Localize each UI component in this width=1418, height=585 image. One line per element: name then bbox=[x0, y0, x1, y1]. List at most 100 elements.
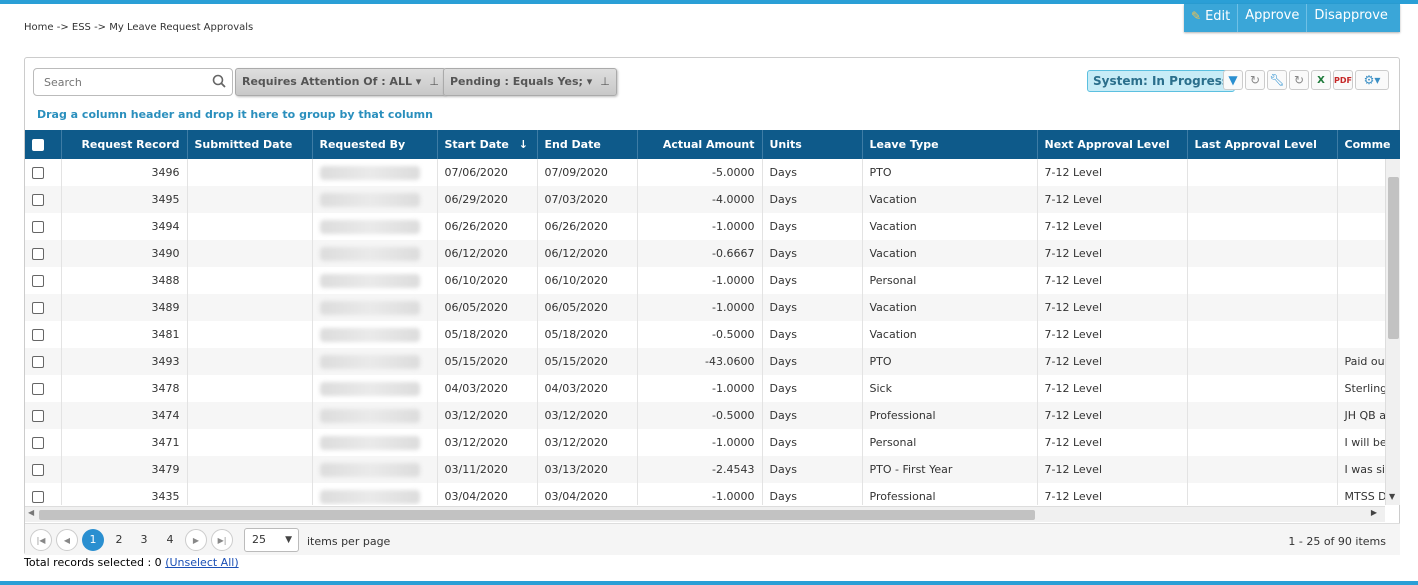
table-row[interactable]: 3490 06/12/2020 06/12/2020 -0.6667 Days Vacat… bbox=[25, 240, 1400, 267]
select-all-checkbox[interactable] bbox=[32, 139, 44, 151]
page-4-button[interactable]: 4 bbox=[159, 529, 181, 551]
excel-icon[interactable]: X bbox=[1311, 70, 1331, 90]
next-approval-level-cell: 7-12 Level bbox=[1037, 186, 1188, 213]
units-cell: Days bbox=[762, 213, 863, 240]
scroll-left-icon[interactable]: ◀ bbox=[28, 508, 34, 517]
row-checkbox[interactable] bbox=[32, 437, 44, 449]
prev-page-icon[interactable]: ◀ bbox=[56, 529, 78, 551]
table-row[interactable]: 3496 07/06/2020 07/09/2020 -5.0000 Days PTO 7-… bbox=[25, 159, 1400, 186]
select-all-header bbox=[25, 130, 62, 159]
edit-button[interactable]: ✎ Edit bbox=[1184, 4, 1239, 32]
refresh-icon[interactable]: ↻ bbox=[1245, 70, 1265, 90]
pin-icon[interactable]: ⊥ bbox=[600, 75, 610, 88]
row-checkbox[interactable] bbox=[32, 167, 44, 179]
actual-amount-cell: -1.0000 bbox=[637, 483, 763, 505]
leave-type-cell: PTO - First Year bbox=[862, 456, 1038, 483]
row-checkbox[interactable] bbox=[32, 248, 44, 260]
request-record-cell: 3435 bbox=[61, 483, 188, 505]
column-header-comments[interactable]: Comme bbox=[1337, 130, 1400, 159]
next-page-icon[interactable]: ▶ bbox=[185, 529, 207, 551]
vertical-scrollbar[interactable]: ▼ bbox=[1385, 159, 1400, 505]
row-checkbox[interactable] bbox=[32, 221, 44, 233]
page-3-button[interactable]: 3 bbox=[133, 529, 155, 551]
table-row[interactable]: 3495 06/29/2020 07/03/2020 -4.0000 Days Vacat… bbox=[25, 186, 1400, 213]
requested-by-cell bbox=[312, 267, 438, 294]
table-row[interactable]: 3494 06/26/2020 06/26/2020 -1.0000 Days Vacat… bbox=[25, 213, 1400, 240]
table-row[interactable]: 3435 03/04/2020 03/04/2020 -1.0000 Days Profe… bbox=[25, 483, 1400, 505]
search-icon[interactable] bbox=[212, 74, 226, 88]
scroll-right-icon[interactable]: ▶ bbox=[1371, 508, 1377, 517]
sort-desc-icon: ↓ bbox=[518, 138, 528, 151]
column-header-submitted-date[interactable]: Submitted Date bbox=[187, 130, 313, 159]
refresh-icon[interactable]: ↻ bbox=[1289, 70, 1309, 90]
row-checkbox[interactable] bbox=[32, 410, 44, 422]
table-row[interactable]: 3489 06/05/2020 06/05/2020 -1.0000 Days Vacat… bbox=[25, 294, 1400, 321]
action-bar: ✎ Edit Approve Disapprove bbox=[1184, 4, 1400, 32]
first-page-icon[interactable]: |◀ bbox=[30, 529, 52, 551]
table-row[interactable]: 3471 03/12/2020 03/12/2020 -1.0000 Days Perso… bbox=[25, 429, 1400, 456]
row-select-cell bbox=[25, 402, 62, 429]
requested-by-cell bbox=[312, 294, 438, 321]
table-row[interactable]: 3488 06/10/2020 06/10/2020 -1.0000 Days Perso… bbox=[25, 267, 1400, 294]
end-date-cell: 03/12/2020 bbox=[537, 429, 638, 456]
next-approval-level-cell: 7-12 Level bbox=[1037, 159, 1188, 186]
submitted-date-cell bbox=[187, 213, 313, 240]
table-row[interactable]: 3474 03/12/2020 03/12/2020 -0.5000 Days Profe… bbox=[25, 402, 1400, 429]
search-input[interactable] bbox=[34, 69, 204, 95]
requires-attention-filter[interactable]: Requires Attention Of : ALL ▾ ⊥ bbox=[235, 68, 446, 96]
start-date-cell: 06/29/2020 bbox=[437, 186, 538, 213]
row-checkbox[interactable] bbox=[32, 491, 44, 503]
row-checkbox[interactable] bbox=[32, 464, 44, 476]
page-2-button[interactable]: 2 bbox=[108, 529, 130, 551]
row-checkbox[interactable] bbox=[32, 329, 44, 341]
requested-by-cell bbox=[312, 429, 438, 456]
end-date-cell: 04/03/2020 bbox=[537, 375, 638, 402]
column-header-requested-by[interactable]: Requested By bbox=[312, 130, 438, 159]
table-row[interactable]: 3478 04/03/2020 04/03/2020 -1.0000 Days Sick 7… bbox=[25, 375, 1400, 402]
page-1-button[interactable]: 1 bbox=[82, 529, 104, 551]
units-cell: Days bbox=[762, 186, 863, 213]
table-row[interactable]: 3479 03/11/2020 03/13/2020 -2.4543 Days PTO -… bbox=[25, 456, 1400, 483]
approve-button[interactable]: Approve bbox=[1238, 4, 1308, 32]
gear-icon[interactable]: ⚙▾ bbox=[1355, 70, 1389, 90]
row-checkbox[interactable] bbox=[32, 302, 44, 314]
column-header-request-record[interactable]: Request Record bbox=[61, 130, 188, 159]
last-page-icon[interactable]: ▶| bbox=[211, 529, 233, 551]
column-header-actual-amount[interactable]: Actual Amount bbox=[637, 130, 763, 159]
redacted-name bbox=[319, 354, 420, 369]
submitted-date-cell bbox=[187, 321, 313, 348]
table-row[interactable]: 3493 05/15/2020 05/15/2020 -43.0600 Days PTO 7… bbox=[25, 348, 1400, 375]
row-checkbox[interactable] bbox=[32, 383, 44, 395]
next-approval-level-cell: 7-12 Level bbox=[1037, 321, 1188, 348]
page-size-select[interactable]: 25 ▼ bbox=[244, 528, 299, 552]
horizontal-scrollbar[interactable]: ◀ ▶ bbox=[25, 506, 1385, 522]
column-header-units[interactable]: Units bbox=[762, 130, 863, 159]
wrench-icon[interactable]: 🔧︎ bbox=[1267, 70, 1287, 90]
start-date-cell: 06/10/2020 bbox=[437, 267, 538, 294]
column-header-end-date[interactable]: End Date bbox=[537, 130, 638, 159]
pdf-icon[interactable]: PDF bbox=[1333, 70, 1353, 90]
pin-icon[interactable]: ⊥ bbox=[429, 75, 439, 88]
start-date-cell: 03/11/2020 bbox=[437, 456, 538, 483]
table-row[interactable]: 3481 05/18/2020 05/18/2020 -0.5000 Days Vacat… bbox=[25, 321, 1400, 348]
breadcrumb: Home -> ESS -> My Leave Request Approval… bbox=[24, 22, 254, 33]
pending-filter[interactable]: Pending : Equals Yes; ▾ ⊥ bbox=[443, 68, 617, 96]
column-header-start-date[interactable]: Start Date ↓ bbox=[437, 130, 538, 159]
unselect-all-link[interactable]: (Unselect All) bbox=[165, 556, 238, 569]
vertical-scroll-thumb[interactable] bbox=[1388, 177, 1399, 339]
column-header-last-approval-level[interactable]: Last Approval Level bbox=[1187, 130, 1338, 159]
chevron-down-icon: ▼ bbox=[285, 535, 292, 545]
column-header-leave-type[interactable]: Leave Type bbox=[862, 130, 1038, 159]
scroll-down-icon[interactable]: ▼ bbox=[1389, 492, 1395, 501]
row-checkbox[interactable] bbox=[32, 275, 44, 287]
system-status-badge[interactable]: System: In Progress bbox=[1087, 70, 1236, 92]
column-header-next-approval-level[interactable]: Next Approval Level bbox=[1037, 130, 1188, 159]
row-checkbox[interactable] bbox=[32, 356, 44, 368]
row-select-cell bbox=[25, 294, 62, 321]
row-checkbox[interactable] bbox=[32, 194, 44, 206]
leave-type-cell: PTO bbox=[862, 348, 1038, 375]
horizontal-scroll-thumb[interactable] bbox=[39, 510, 1035, 520]
requested-by-cell bbox=[312, 186, 438, 213]
filter-icon[interactable]: ▼ bbox=[1223, 70, 1243, 90]
disapprove-button[interactable]: Disapprove bbox=[1307, 4, 1395, 32]
